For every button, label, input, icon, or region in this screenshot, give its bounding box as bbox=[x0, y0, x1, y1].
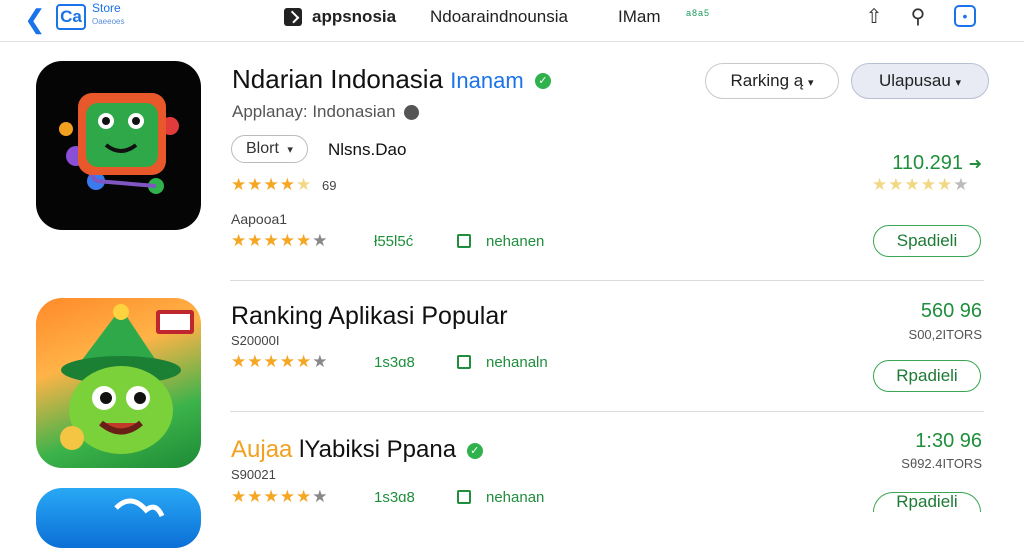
featured-rating-stars: ★★★★★ bbox=[231, 175, 313, 194]
share-icon[interactable]: ⇧ bbox=[862, 5, 886, 29]
nav-subtitle[interactable]: Ndoaraindnounsia bbox=[430, 7, 568, 27]
app1-action-button[interactable]: Rpadieli bbox=[873, 360, 981, 392]
verified-icon: ✓ bbox=[466, 442, 483, 459]
blue-app-icon bbox=[114, 498, 165, 518]
featured-title-text: Ndarian Indonasia bbox=[232, 64, 444, 94]
featured-subtitle-block: Applanay: Indonasian bbox=[232, 102, 420, 122]
green-character-icon bbox=[60, 304, 194, 454]
divider bbox=[230, 280, 984, 281]
download-icon bbox=[457, 234, 471, 248]
app2-count: 1:30 96 bbox=[915, 430, 982, 452]
app2-id: S90021 bbox=[231, 467, 276, 482]
featured-label: Aapooa1 bbox=[231, 211, 288, 227]
app1-sub-count: S00,2ITORS bbox=[908, 327, 982, 342]
app-icon-ranking-1[interactable] bbox=[36, 298, 201, 468]
store-sublabel: Oaeeoes bbox=[92, 17, 125, 26]
app2-title-text: lYabiksi Ppana bbox=[299, 436, 457, 463]
app2-metric-1: 1s3ɑ8 bbox=[374, 489, 415, 506]
app1-count: 560 96 bbox=[920, 300, 982, 322]
pin-icon[interactable]: ⚲ bbox=[906, 5, 930, 29]
featured-count-value: 110.291 bbox=[892, 152, 964, 174]
app1-id: S20000I bbox=[231, 333, 280, 348]
divider bbox=[230, 411, 984, 412]
app2-title[interactable]: Aujaa lYabiksi Ppana ✓ bbox=[231, 436, 483, 464]
nav-badge: a8a5 bbox=[686, 8, 711, 18]
app-icon-featured[interactable] bbox=[36, 61, 201, 230]
featured-metric-1: ł55l5ć bbox=[374, 233, 414, 250]
featured-side-stars: ★★★★★★ bbox=[872, 175, 970, 194]
arrow-right-icon: ➜ bbox=[968, 156, 982, 173]
chevron-down-icon: ▾ bbox=[807, 77, 814, 89]
featured-subtitle: Applanay: Indonasian bbox=[232, 102, 396, 121]
bookmark-icon[interactable]: • bbox=[954, 5, 976, 27]
app-icon-ranking-2[interactable] bbox=[36, 488, 201, 548]
monster-illustration-icon bbox=[59, 93, 179, 194]
download-icon bbox=[457, 355, 471, 369]
chevron-left-icon[interactable]: ❮ bbox=[24, 4, 46, 34]
filter-dropdown[interactable]: Ulapusau ▾ bbox=[851, 63, 989, 99]
app1-stars: ★★★★★★ bbox=[231, 352, 329, 371]
chevron-down-icon: ▾ bbox=[287, 144, 293, 156]
app2-stars: ★★★★★★ bbox=[231, 487, 329, 506]
nav-title[interactable]: appsnosia bbox=[312, 7, 396, 27]
featured-rating-stars-2: ★★★★★★ bbox=[231, 231, 329, 250]
verified-icon: ✓ bbox=[534, 73, 551, 90]
featured-extra-label: Nlsns.Dao bbox=[328, 140, 407, 159]
featured-action-button[interactable]: Spadieli bbox=[873, 225, 981, 257]
featured-count: 110.291 ➜ bbox=[840, 152, 982, 175]
top-bar: ❮ Ca Store Oaeeoes appsnosia Ndoaraindno… bbox=[0, 0, 1024, 42]
globe-icon bbox=[404, 105, 420, 121]
nav-user[interactable]: IMam bbox=[618, 7, 661, 27]
app-store-icon bbox=[284, 8, 302, 26]
download-icon bbox=[457, 490, 471, 504]
featured-title-accent: Inanam bbox=[450, 68, 524, 93]
app1-metric-1: 1s3ɑ8 bbox=[374, 354, 415, 371]
section-title: Ranking Aplikasi Popular bbox=[231, 302, 508, 330]
app2-title-accent: Aujaa bbox=[231, 436, 293, 463]
ranking-dropdown[interactable]: Rarking ą ▾ bbox=[705, 63, 839, 99]
store-label-block: Store Oaeeoes bbox=[92, 2, 124, 28]
featured-metric-2: nehanen bbox=[486, 233, 545, 250]
store-logo[interactable]: Ca bbox=[56, 4, 86, 30]
app2-metric-2: nehanan bbox=[486, 489, 545, 506]
ranking-dropdown-label: Rarking ą bbox=[730, 71, 804, 90]
sort-chip-label: Blort bbox=[246, 140, 279, 157]
app2-action-button[interactable]: Rpadieli bbox=[873, 492, 981, 512]
store-label: Store bbox=[92, 1, 121, 15]
featured-app-title[interactable]: Ndarian Indonasia Inanam ✓ bbox=[232, 64, 551, 95]
featured-rating-count: 69 bbox=[322, 178, 337, 193]
sort-chip[interactable]: Blort ▾ bbox=[231, 135, 308, 163]
app1-metric-2: nehanaln bbox=[486, 354, 548, 371]
chevron-down-icon: ▾ bbox=[955, 77, 962, 89]
filter-dropdown-label: Ulapusau bbox=[878, 71, 951, 90]
app2-sub-count: Sθ92.4ITORS bbox=[901, 456, 982, 471]
